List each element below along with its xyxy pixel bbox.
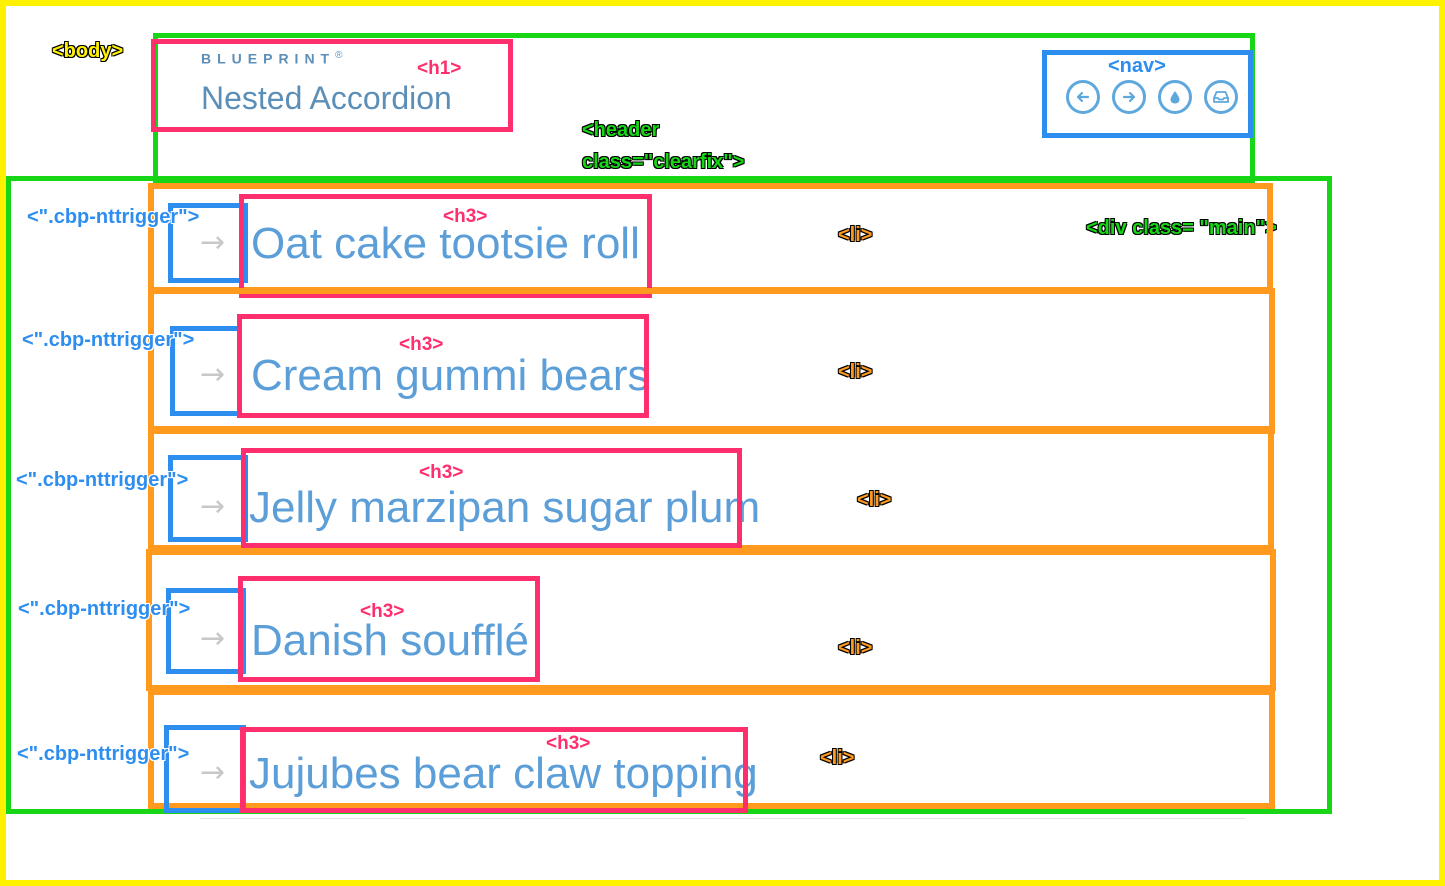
li-tag-label: <li> (838, 637, 873, 659)
body-tag-label: <body> (52, 40, 124, 62)
h3-outline (237, 314, 649, 418)
drop-icon (1170, 91, 1180, 104)
h3-tag-label: <h3> (399, 334, 444, 355)
drop-button[interactable] (1158, 80, 1192, 114)
h3-outline (238, 576, 540, 682)
h3-outline (240, 727, 748, 813)
trigger-tag-label: <".cbp-nttrigger"> (16, 469, 189, 491)
prev-button[interactable] (1066, 80, 1100, 114)
h3-tag-label: <h3> (443, 206, 488, 227)
arrow-right-icon: → (200, 755, 226, 790)
nav-tag-label: <nav> (1108, 55, 1166, 77)
h3-outline (241, 448, 742, 548)
inbox-button[interactable] (1204, 80, 1238, 114)
header-tag-label-line1: <header (582, 119, 660, 141)
li-tag-label: <li> (857, 489, 892, 511)
trigger-tag-label: <".cbp-nttrigger"> (17, 743, 190, 765)
trigger-tag-label: <".cbp-nttrigger"> (18, 598, 191, 620)
h1-outline (151, 39, 513, 132)
trigger-tag-label: <".cbp-nttrigger"> (27, 206, 200, 228)
arrow-right-icon: → (200, 225, 226, 260)
arrow-right-icon: → (200, 357, 226, 392)
trigger-tag-label: <".cbp-nttrigger"> (22, 329, 195, 351)
h3-tag-label: <h3> (546, 733, 591, 754)
li-tag-label: <li> (820, 747, 855, 769)
h3-tag-label: <h3> (360, 601, 405, 622)
arrow-right-icon (1122, 91, 1136, 103)
li-tag-label: <li> (838, 224, 873, 246)
arrow-right-icon: → (200, 621, 226, 656)
li-tag-label: <li> (838, 361, 873, 383)
bottom-divider (200, 818, 1245, 819)
arrow-right-icon: → (200, 489, 226, 524)
h1-tag-label: <h1> (417, 58, 462, 79)
inbox-icon (1213, 91, 1229, 103)
arrow-left-icon (1076, 91, 1090, 103)
h3-tag-label: <h3> (419, 462, 464, 483)
next-button[interactable] (1112, 80, 1146, 114)
header-tag-label-line2: class="clearfix"> (582, 151, 745, 173)
